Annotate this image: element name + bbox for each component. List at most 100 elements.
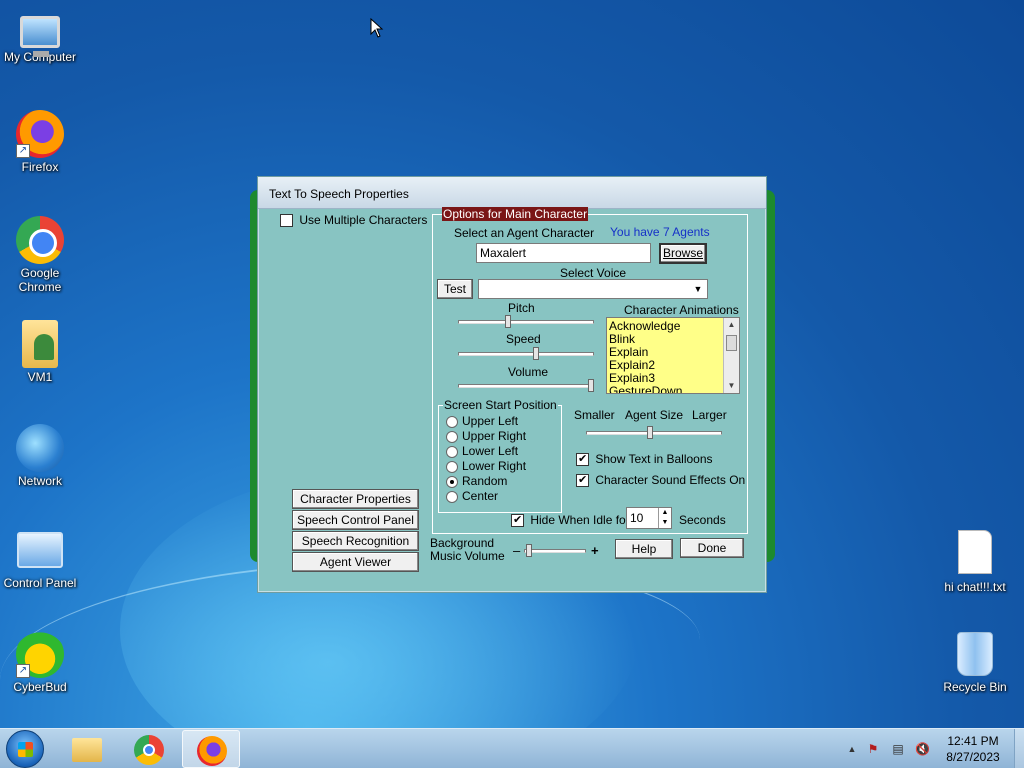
radio-button[interactable] — [446, 445, 458, 458]
start-button[interactable] — [6, 730, 44, 768]
chevron-down-icon[interactable]: ▼ — [690, 281, 706, 297]
sound-effects-label: Character Sound Effects On — [595, 473, 746, 487]
bg-music-minus: – — [513, 543, 521, 558]
desktop-icon-label: Firefox — [21, 160, 59, 174]
control-panel-icon — [17, 532, 63, 568]
hide-idle-label: Hide When Idle for — [530, 513, 630, 527]
desktop-icon-cyberbud[interactable]: ↗ CyberBud — [0, 630, 80, 694]
voice-select[interactable]: ▼ — [478, 279, 708, 299]
checkbox-box[interactable] — [511, 513, 524, 528]
use-multiple-characters-checkbox[interactable]: Use Multiple Characters — [280, 213, 427, 228]
desktop-icon-label: CyberBud — [13, 680, 67, 694]
taskbar-file-explorer[interactable] — [58, 730, 116, 768]
spin-down-icon[interactable]: ▼ — [658, 518, 671, 528]
pitch-slider-thumb[interactable] — [504, 315, 511, 328]
taskbar-firefox[interactable] — [182, 730, 240, 768]
speech-recognition-button[interactable]: Speech Recognition — [292, 531, 419, 551]
taskbar-chrome[interactable] — [120, 730, 178, 768]
desktop-icon-chrome[interactable]: Google Chrome — [0, 216, 80, 294]
position-radio-upper-left[interactable]: Upper Left — [446, 414, 526, 429]
help-button[interactable]: Help — [615, 539, 673, 559]
agent-character-input[interactable]: Maxalert — [476, 243, 651, 263]
firefox-icon: ↗ — [16, 110, 64, 158]
position-radio-upper-right[interactable]: Upper Right — [446, 429, 526, 444]
scroll-thumb[interactable] — [726, 335, 737, 351]
agent-size-slider-thumb[interactable] — [647, 426, 654, 439]
scroll-up-icon[interactable]: ▲ — [724, 318, 739, 332]
radio-label: Center — [462, 489, 499, 503]
browse-button[interactable]: Browse — [659, 243, 707, 264]
desktop-icon-control-panel[interactable]: Control Panel — [0, 532, 80, 590]
volume-slider-track[interactable] — [458, 384, 594, 388]
shortcut-arrow-icon: ↗ — [16, 664, 30, 678]
checkbox-box[interactable] — [280, 214, 293, 228]
action-center-flag-icon[interactable]: ⚑ — [866, 742, 880, 756]
desktop-icon-label: hi chat!!!.txt — [944, 580, 1006, 594]
radio-button[interactable] — [446, 460, 458, 473]
volume-slider-thumb[interactable] — [588, 379, 594, 392]
animations-scrollbar[interactable]: ▲ ▼ — [723, 318, 739, 393]
bg-music-label: Background Music Volume — [430, 537, 505, 563]
test-button-label: Test — [443, 282, 466, 296]
speed-slider-track[interactable] — [458, 352, 594, 356]
system-clock[interactable]: 12:41 PM 8/27/2023 — [938, 733, 1008, 765]
checkbox-box[interactable] — [576, 473, 589, 488]
desktop-icon-vm1[interactable]: VM1 — [0, 320, 80, 384]
firefox-icon — [197, 736, 227, 766]
desktop-icon-text-file[interactable]: hi chat!!!.txt — [935, 530, 1015, 594]
test-button[interactable]: Test — [437, 279, 473, 299]
smaller-label: Smaller — [574, 408, 615, 422]
desktop-icon-label: Recycle Bin — [943, 680, 1007, 694]
radio-button[interactable] — [446, 490, 458, 503]
dialog-titlebar[interactable]: Text To Speech Properties — [258, 177, 766, 209]
pitch-slider-track[interactable] — [458, 320, 594, 324]
select-agent-label: Select an Agent Character — [454, 226, 595, 240]
radio-button[interactable] — [446, 415, 458, 428]
desktop-icon-network[interactable]: Network — [0, 424, 80, 488]
bg-music-label-line2: Music Volume — [430, 549, 505, 563]
position-radio-center[interactable]: Center — [446, 489, 526, 504]
desktop-icon-my-computer[interactable]: My Computer — [0, 8, 80, 64]
done-button[interactable]: Done — [680, 538, 744, 558]
chrome-icon — [134, 735, 164, 765]
desktop-icon-firefox[interactable]: ↗ Firefox — [0, 110, 80, 174]
show-desktop-button[interactable] — [1014, 729, 1024, 768]
radio-label: Random — [462, 474, 508, 488]
desktop-icon-recycle-bin[interactable]: Recycle Bin — [935, 632, 1015, 694]
chrome-icon — [16, 216, 64, 264]
scroll-down-icon[interactable]: ▼ — [724, 379, 739, 393]
animation-list-item[interactable]: GestureDown — [607, 385, 739, 394]
show-hidden-icons-icon[interactable]: ▲ — [845, 742, 859, 756]
shortcut-arrow-icon: ↗ — [16, 144, 30, 158]
network-tray-icon[interactable]: ▤ — [891, 742, 905, 756]
agent-viewer-button[interactable]: Agent Viewer — [292, 552, 419, 572]
radio-button[interactable] — [446, 430, 458, 443]
sound-effects-checkbox[interactable]: Character Sound Effects On — [576, 473, 746, 488]
desktop-icon-label: Network — [17, 474, 62, 488]
side-button-label: Speech Recognition — [301, 534, 410, 548]
speech-control-panel-button[interactable]: Speech Control Panel — [292, 510, 419, 530]
volume-muted-icon[interactable]: 🔇 — [915, 742, 930, 756]
bg-music-slider-thumb[interactable] — [526, 544, 533, 557]
agent-size-slider-track[interactable] — [586, 431, 722, 435]
cyberbud-icon: ↗ — [16, 630, 64, 678]
user-folder-icon — [22, 320, 58, 368]
desktop-icon-label: Control Panel — [3, 576, 77, 590]
spin-up-icon[interactable]: ▲ — [658, 508, 671, 518]
character-properties-button[interactable]: Character Properties — [292, 489, 419, 509]
speed-slider-thumb[interactable] — [533, 347, 540, 360]
bg-music-slider-track[interactable] — [524, 549, 586, 553]
animations-listbox[interactable]: Acknowledge Blink Explain Explain2 Explain3 G… — [606, 317, 740, 394]
radio-button[interactable] — [446, 475, 458, 488]
position-radio-lower-right[interactable]: Lower Right — [446, 459, 526, 474]
network-icon — [16, 424, 64, 472]
show-text-balloons-checkbox[interactable]: Show Text in Balloons — [576, 452, 713, 467]
checkbox-box[interactable] — [576, 452, 589, 467]
hide-when-idle-checkbox[interactable]: Hide When Idle for — [511, 513, 630, 528]
agents-count-text: You have 7 Agents — [610, 225, 710, 239]
idle-seconds-spinner[interactable]: 10 ▲ ▼ — [626, 507, 672, 529]
position-radio-random[interactable]: Random — [446, 474, 526, 489]
bg-music-plus: + — [591, 543, 599, 558]
position-radio-lower-left[interactable]: Lower Left — [446, 444, 526, 459]
side-button-label: Speech Control Panel — [297, 513, 414, 527]
